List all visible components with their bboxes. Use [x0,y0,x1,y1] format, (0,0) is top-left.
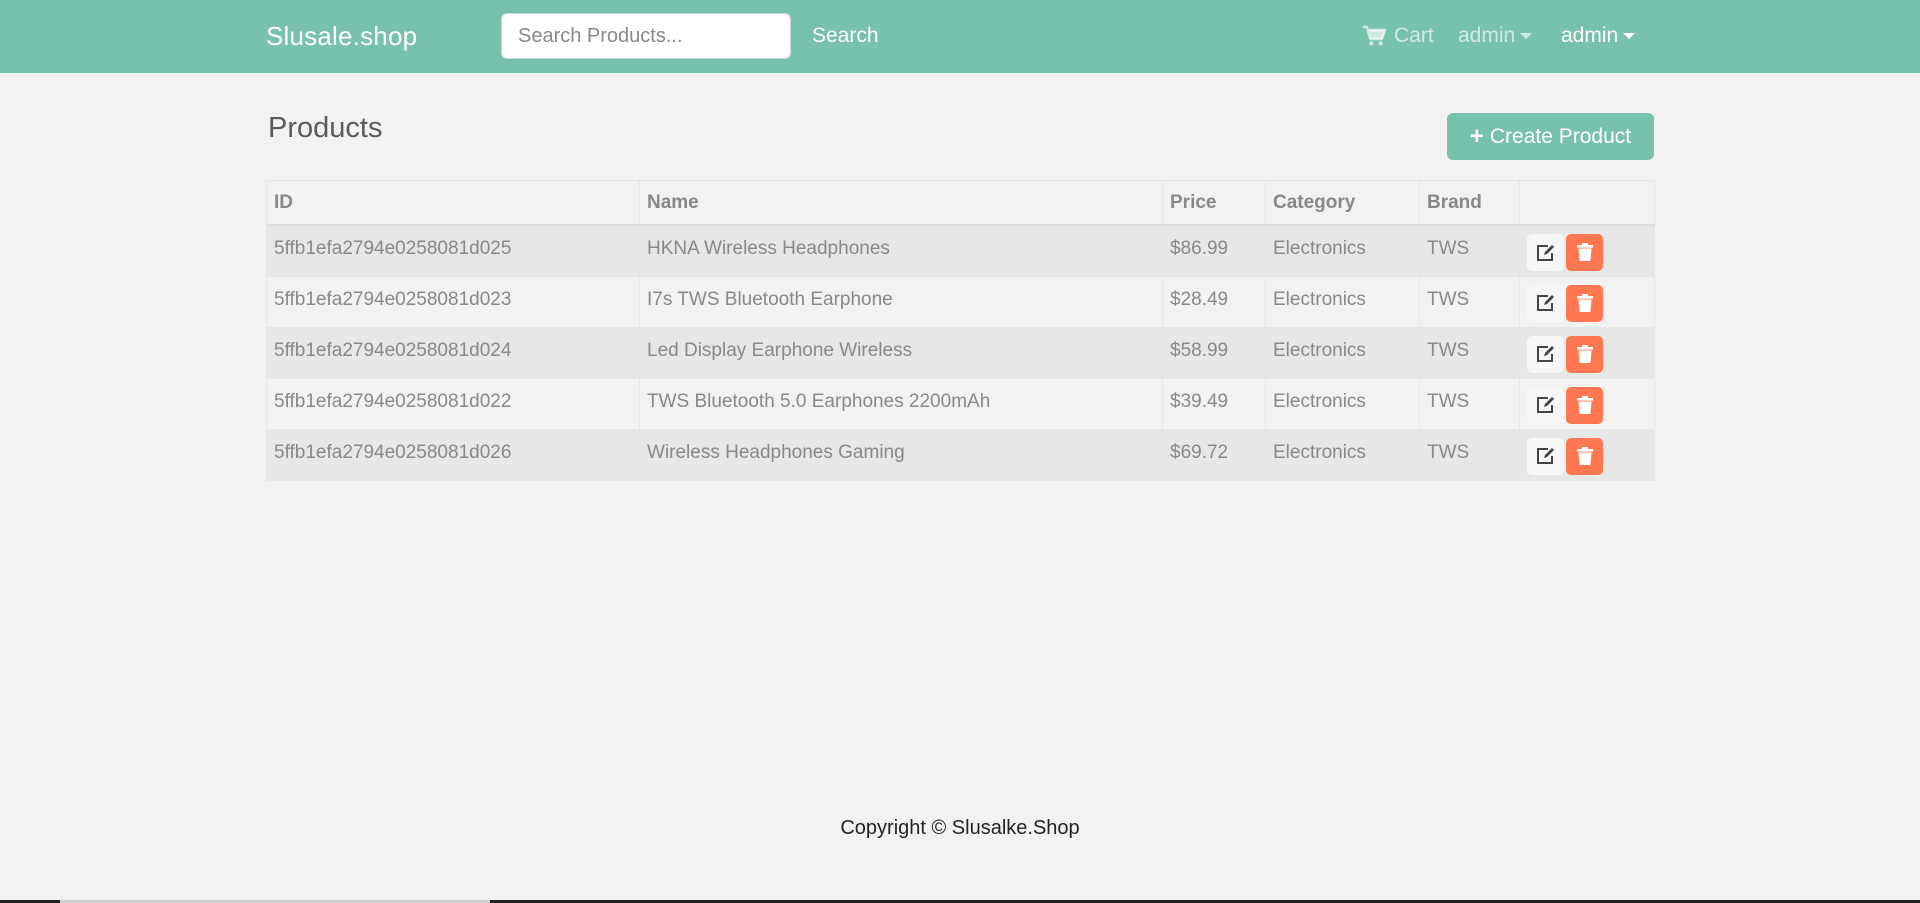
cell-name: I7s TWS Bluetooth Earphone [639,275,1163,328]
table-row: 5ffb1efa2794e0258081d022 TWS Bluetooth 5… [266,377,1655,430]
table-row: 5ffb1efa2794e0258081d025 HKNA Wireless H… [266,224,1655,277]
cell-name: Led Display Earphone Wireless [639,326,1163,379]
cell-name: HKNA Wireless Headphones [639,224,1163,277]
edit-icon [1536,397,1554,413]
brand-logo[interactable]: Slusale.shop [266,21,417,52]
cell-name: Wireless Headphones Gaming [639,428,1163,481]
cell-id: 5ffb1efa2794e0258081d025 [266,224,640,277]
cell-brand: TWS [1419,224,1520,277]
cell-brand: TWS [1419,326,1520,379]
delete-button[interactable] [1566,284,1603,322]
admin-dropdown-user[interactable]: admin [1458,20,1533,52]
admin-menu-label: admin [1561,24,1619,47]
page-title: Products [268,112,383,144]
cell-actions [1519,326,1655,379]
column-header-price: Price [1162,180,1266,226]
column-header-actions [1519,180,1655,226]
cell-brand: TWS [1419,428,1520,481]
edit-button[interactable] [1527,437,1564,475]
cell-price: $39.49 [1162,377,1266,430]
cart-link[interactable]: Cart [1362,20,1434,52]
table-row: 5ffb1efa2794e0258081d024 Led Display Ear… [266,326,1655,379]
cell-name: TWS Bluetooth 5.0 Earphones 2200mAh [639,377,1163,430]
products-table: ID Name Price Category Brand 5ffb1efa279… [266,180,1655,481]
cell-category: Electronics [1265,224,1420,277]
table-header-row: ID Name Price Category Brand [266,180,1655,226]
cell-price: $86.99 [1162,224,1266,277]
cell-price: $28.49 [1162,275,1266,328]
cell-category: Electronics [1265,275,1420,328]
cell-id: 5ffb1efa2794e0258081d024 [266,326,640,379]
trash-icon [1576,395,1593,414]
cell-price: $58.99 [1162,326,1266,379]
cell-price: $69.72 [1162,428,1266,481]
search-button[interactable]: Search [798,13,893,59]
cell-id: 5ffb1efa2794e0258081d022 [266,377,640,430]
cell-id: 5ffb1efa2794e0258081d026 [266,428,640,481]
edit-button[interactable] [1527,234,1564,271]
edit-icon [1536,346,1554,362]
column-header-name: Name [639,180,1163,226]
delete-button[interactable] [1566,234,1603,271]
cell-category: Electronics [1265,428,1420,481]
delete-button[interactable] [1566,437,1603,475]
edit-icon [1536,448,1554,464]
trash-icon [1576,446,1593,465]
create-product-label: Create Product [1489,124,1632,148]
plus-icon: + [1469,122,1484,150]
cell-category: Electronics [1265,377,1420,430]
trash-icon [1576,344,1593,363]
navbar: Slusale.shop Search Cart admin admin [0,0,1920,73]
search-input[interactable] [501,13,791,59]
column-header-id: ID [266,180,640,226]
table-row: 5ffb1efa2794e0258081d026 Wireless Headph… [266,428,1655,481]
edit-button[interactable] [1527,284,1564,322]
delete-button[interactable] [1566,335,1603,373]
column-header-category: Category [1265,180,1420,226]
chevron-down-icon [1623,33,1636,39]
edit-button[interactable] [1527,386,1564,424]
column-header-brand: Brand [1419,180,1520,226]
cell-category: Electronics [1265,326,1420,379]
chevron-down-icon [1520,33,1533,39]
edit-button[interactable] [1527,335,1564,373]
trash-icon [1576,293,1593,312]
shopping-cart-icon [1362,25,1386,47]
cell-id: 5ffb1efa2794e0258081d023 [266,275,640,328]
cell-actions [1519,275,1655,328]
cell-actions [1519,377,1655,430]
edit-icon [1536,244,1554,261]
edit-icon [1536,295,1554,311]
cell-brand: TWS [1419,377,1520,430]
cell-actions [1519,428,1655,481]
create-product-button[interactable]: + Create Product [1447,113,1654,160]
copyright-text: Copyright © Slusalke.Shop [840,817,1080,839]
table-row: 5ffb1efa2794e0258081d023 I7s TWS Bluetoo… [266,275,1655,328]
cell-brand: TWS [1419,275,1520,328]
trash-icon [1576,243,1593,261]
delete-button[interactable] [1566,386,1603,424]
admin-menu-label: admin [1458,24,1516,47]
cart-label: Cart [1394,24,1434,47]
cell-actions [1519,224,1655,277]
admin-dropdown-menu[interactable]: admin [1561,20,1636,52]
